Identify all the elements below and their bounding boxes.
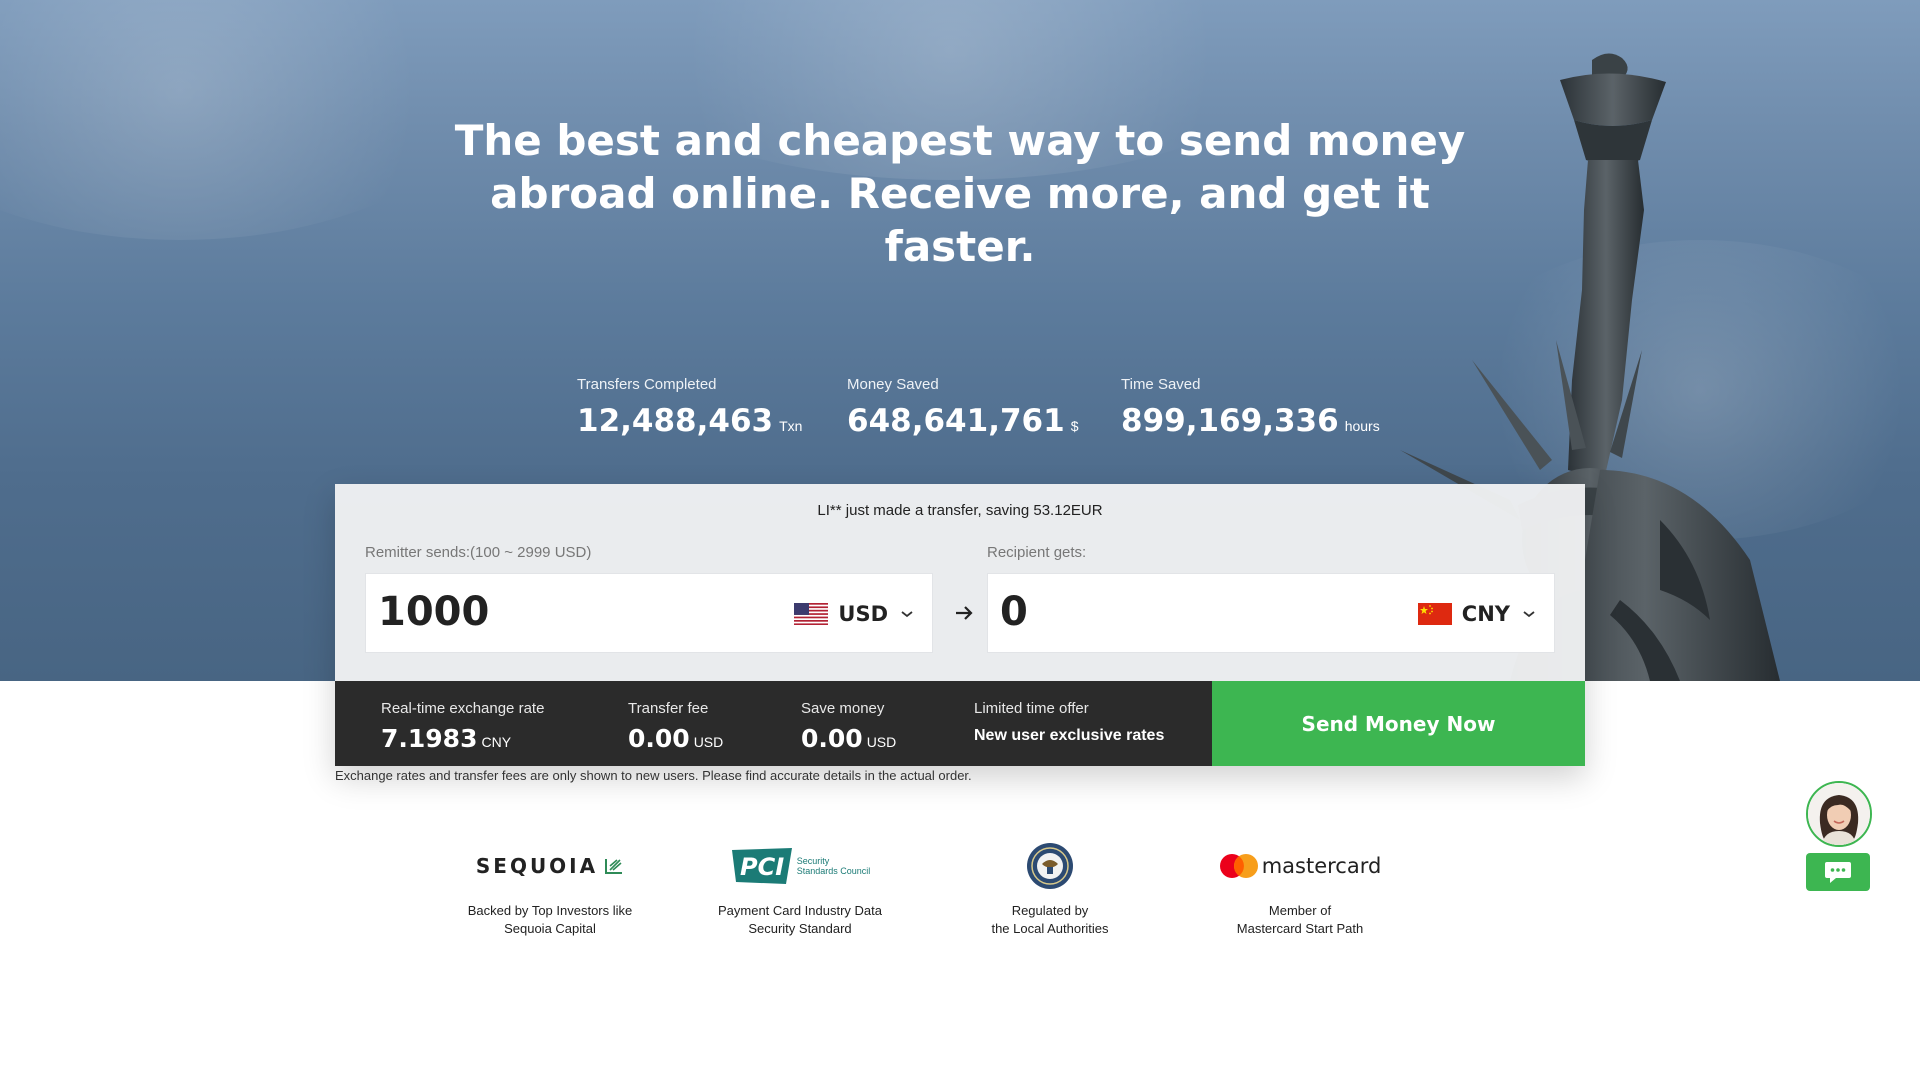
stat-value: 12,488,463 [577, 403, 774, 439]
sequoia-leaf-icon [605, 859, 623, 874]
exchange-rate-value: 7.1983 [381, 724, 478, 753]
receive-amount-field[interactable]: 0 CNY [987, 573, 1555, 653]
mastercard-logo-text: mastercard [1261, 854, 1382, 878]
regulator-seal [950, 838, 1150, 894]
rates-disclaimer: Exchange rates and transfer fees are onl… [335, 768, 972, 783]
exchange-rate-info: Real-time exchange rate 7.1983 CNY [381, 700, 544, 753]
us-flag-icon [794, 603, 829, 625]
pci-shield-icon: PCI [731, 848, 792, 884]
partner-description: Member of Mastercard Start Path [1200, 902, 1400, 938]
partner-desc-line: Mastercard Start Path [1236, 921, 1364, 936]
stat-label: Transfers Completed [577, 376, 717, 393]
converter-inputs-panel: LI** just made a transfer, saving 53.12E… [335, 484, 1585, 681]
partner-description: Backed by Top Investors like Sequoia Cap… [450, 902, 650, 938]
send-money-now-button[interactable]: Send Money Now [1212, 681, 1585, 766]
pci-logo-text: PCI [740, 853, 784, 881]
pci-logo-sub: Security [796, 856, 830, 866]
partner-desc-line: Security Standard [748, 921, 852, 936]
pci-logo-sub: Standards Council [796, 866, 871, 876]
exchange-rate-unit: CNY [481, 734, 512, 750]
stat-label: Money Saved [847, 376, 939, 393]
partner-description: Regulated by the Local Authorities [950, 902, 1150, 938]
money-converter-card: LI** just made a transfer, saving 53.12E… [335, 484, 1585, 766]
stat-transfers-completed: Transfers Completed 12,488,463 Txn [577, 376, 802, 439]
transfer-fee-unit: USD [693, 734, 724, 750]
mastercard-logo: mastercard [1200, 838, 1400, 894]
stat-unit: hours [1344, 418, 1380, 434]
sequoia-logo-text: SEQUOIA [475, 854, 599, 878]
partner-desc-line: Member of [1268, 903, 1332, 918]
receive-amount-value[interactable]: 0 [1000, 589, 1028, 635]
partner-desc-line: Sequoia Capital [504, 921, 596, 936]
save-money-info: Save money 0.00 USD [801, 700, 896, 753]
pci-logo: PCI Security Standards Council [700, 838, 900, 894]
partner-sequoia: SEQUOIA Backed by Top Investors like Seq… [450, 838, 650, 938]
headline-line: faster. [884, 222, 1036, 271]
limited-offer-info: Limited time offer New user exclusive ra… [974, 700, 1164, 745]
receive-currency-select[interactable]: CNY [1417, 599, 1536, 629]
stat-unit: $ [1070, 418, 1079, 434]
partner-mastercard: mastercard Member of Mastercard Start Pa… [1200, 838, 1400, 938]
transfer-fee-value: 0.00 [628, 724, 690, 753]
open-chat-button[interactable] [1806, 853, 1870, 891]
agent-portrait-icon [1808, 783, 1870, 845]
partner-desc-line: Backed by Top Investors like [467, 903, 633, 918]
chevron-down-icon [901, 611, 913, 618]
sequoia-logo: SEQUOIA [450, 838, 650, 894]
send-currency-code: USD [838, 602, 888, 626]
stat-time-saved: Time Saved 899,169,336 hours [1121, 376, 1380, 439]
exchange-rate-label: Real-time exchange rate [381, 700, 545, 717]
stat-unit: Txn [779, 418, 803, 434]
save-money-label: Save money [801, 700, 885, 717]
arrow-right-icon [956, 606, 973, 620]
partner-desc-line: Payment Card Industry Data [717, 903, 883, 918]
china-flag-icon [1417, 603, 1452, 625]
partner-desc-line: Regulated by [1011, 903, 1089, 918]
chevron-down-icon [1523, 611, 1535, 618]
stat-money-saved: Money Saved 648,641,761 $ [847, 376, 1078, 439]
recent-transfer-ticker: LI** just made a transfer, saving 53.12E… [817, 502, 1103, 519]
headline-line: abroad online. Receive more, and get it [490, 169, 1430, 218]
mastercard-circles-icon [1219, 854, 1258, 878]
partner-pci: PCI Security Standards Council Payment C… [700, 838, 900, 938]
partner-description: Payment Card Industry Data Security Stan… [700, 902, 900, 938]
support-agent-avatar[interactable] [1806, 781, 1872, 847]
transfer-fee-label: Transfer fee [628, 700, 709, 717]
government-seal-icon [1027, 843, 1073, 889]
send-amount-label: Remitter sends:(100 ~ 2999 USD) [365, 544, 592, 561]
chat-bubble-icon [1825, 862, 1851, 883]
partner-desc-line: the Local Authorities [991, 921, 1109, 936]
receive-currency-code: CNY [1461, 602, 1510, 626]
save-money-value: 0.00 [801, 724, 863, 753]
send-currency-select[interactable]: USD [794, 599, 914, 629]
send-amount-input[interactable]: 1000 [378, 589, 489, 635]
save-money-unit: USD [866, 734, 897, 750]
headline-line: The best and cheapest way to send money [454, 116, 1466, 165]
send-amount-field[interactable]: 1000 USD [365, 573, 933, 653]
transfer-fee-info: Transfer fee 0.00 USD [628, 700, 723, 753]
partner-regulator: Regulated by the Local Authorities [950, 838, 1150, 938]
limited-offer-label: Limited time offer [974, 700, 1089, 717]
receive-amount-label: Recipient gets: [987, 544, 1087, 561]
limited-offer-value: New user exclusive rates [974, 727, 1165, 744]
stat-value: 899,169,336 [1121, 403, 1339, 439]
stats-row: Transfers Completed 12,488,463 Txn Money … [0, 376, 1920, 446]
stat-value: 648,641,761 [847, 403, 1065, 439]
stat-label: Time Saved [1121, 376, 1201, 393]
page-headline: The best and cheapest way to send money … [0, 114, 1920, 273]
